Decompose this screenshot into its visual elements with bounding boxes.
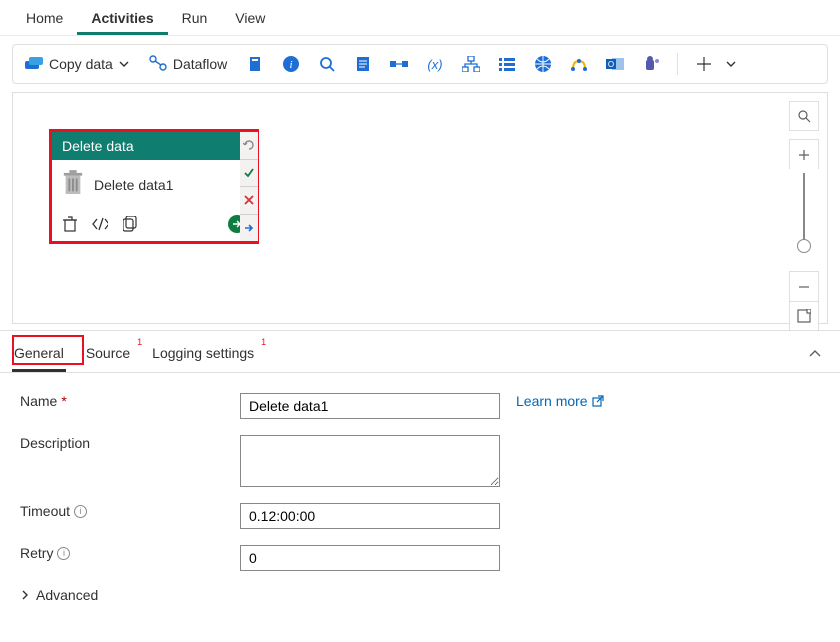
tab-view[interactable]: View (221, 2, 279, 35)
info-icon[interactable]: i (57, 547, 70, 560)
activity-header: Delete data (52, 132, 256, 160)
zoom-in-icon[interactable] (789, 139, 819, 169)
activity-status-handles (240, 132, 258, 241)
ptab-logging[interactable]: Logging settings 1 (150, 339, 256, 372)
ptab-logging-label: Logging settings (152, 345, 254, 361)
copy-data-label: Copy data (49, 56, 113, 72)
outlook-icon[interactable]: O (601, 50, 629, 78)
search-icon[interactable] (313, 50, 341, 78)
copy-data-button[interactable]: Copy data (19, 51, 135, 78)
web-icon[interactable] (529, 50, 557, 78)
zoom-slider[interactable] (803, 173, 805, 243)
collapse-panel-icon[interactable] (802, 341, 828, 370)
external-link-icon (592, 395, 604, 407)
toolbar-separator (677, 53, 678, 75)
dataflow-label: Dataflow (173, 56, 227, 72)
pipeline-canvas[interactable]: Delete data Delete data1 (12, 92, 828, 324)
name-input[interactable] (240, 393, 500, 419)
svg-text:(x): (x) (428, 57, 443, 72)
advanced-toggle[interactable]: Advanced (20, 587, 820, 603)
svg-text:O: O (608, 60, 614, 69)
canvas-controls (789, 101, 819, 331)
chevron-down-icon (119, 56, 129, 72)
variable-icon[interactable]: (x) (421, 50, 449, 78)
timeout-input[interactable] (240, 503, 500, 529)
chevron-right-icon (20, 590, 30, 600)
notebook-icon[interactable] (241, 50, 269, 78)
toolbar: Copy data Dataflow i (x) O (12, 44, 828, 84)
code-icon[interactable] (92, 216, 108, 232)
fullscreen-icon[interactable] (789, 301, 819, 331)
hierarchy-icon[interactable] (457, 50, 485, 78)
delete-activity-icon[interactable] (62, 216, 78, 232)
svg-text:i: i (290, 59, 293, 71)
name-label: Name* (20, 393, 240, 409)
learn-more-link[interactable]: Learn more (516, 393, 604, 409)
success-handle-icon[interactable] (240, 159, 258, 187)
tab-activities[interactable]: Activities (77, 2, 167, 35)
webhook-icon[interactable] (565, 50, 593, 78)
error-badge: 1 (261, 337, 266, 347)
trash-icon (62, 170, 84, 199)
ptab-general[interactable]: General (12, 339, 66, 372)
description-label: Description (20, 435, 240, 451)
skip-handle-icon[interactable] (240, 132, 258, 159)
tab-home[interactable]: Home (12, 2, 77, 35)
info-icon[interactable]: i (277, 50, 305, 78)
dataflow-button[interactable]: Dataflow (143, 51, 233, 78)
fail-handle-icon[interactable] (240, 186, 258, 214)
properties-tabs: General Source 1 Logging settings 1 (0, 331, 840, 373)
description-input[interactable] (240, 435, 500, 487)
copy-icon[interactable] (122, 216, 138, 232)
completion-handle-icon[interactable] (240, 214, 258, 242)
info-icon[interactable]: i (74, 505, 87, 518)
ptab-source-label: Source (86, 345, 130, 361)
timeout-label: Timeout i (20, 503, 240, 519)
retry-label: Retry i (20, 545, 240, 561)
copy-data-icon (25, 55, 43, 74)
script-icon[interactable] (349, 50, 377, 78)
ptab-source[interactable]: Source 1 (84, 339, 132, 372)
retry-input[interactable] (240, 545, 500, 571)
activity-name-label: Delete data1 (94, 177, 173, 193)
list-icon[interactable] (493, 50, 521, 78)
tab-run[interactable]: Run (168, 2, 222, 35)
add-button[interactable] (690, 50, 718, 78)
general-form: Name* Learn more Description Timeout i R… (0, 373, 840, 611)
properties-panel: General Source 1 Logging settings 1 Name… (0, 330, 840, 611)
process-icon[interactable] (385, 50, 413, 78)
activity-delete-data[interactable]: Delete data Delete data1 (49, 129, 259, 244)
teams-icon[interactable] (637, 50, 665, 78)
fit-view-icon[interactable] (789, 101, 819, 131)
error-badge: 1 (137, 337, 142, 347)
chevron-down-icon[interactable] (726, 56, 736, 72)
zoom-out-icon[interactable] (789, 271, 819, 301)
top-tabbar: Home Activities Run View (0, 0, 840, 36)
dataflow-icon (149, 55, 167, 74)
zoom-slider-thumb[interactable] (797, 239, 811, 253)
